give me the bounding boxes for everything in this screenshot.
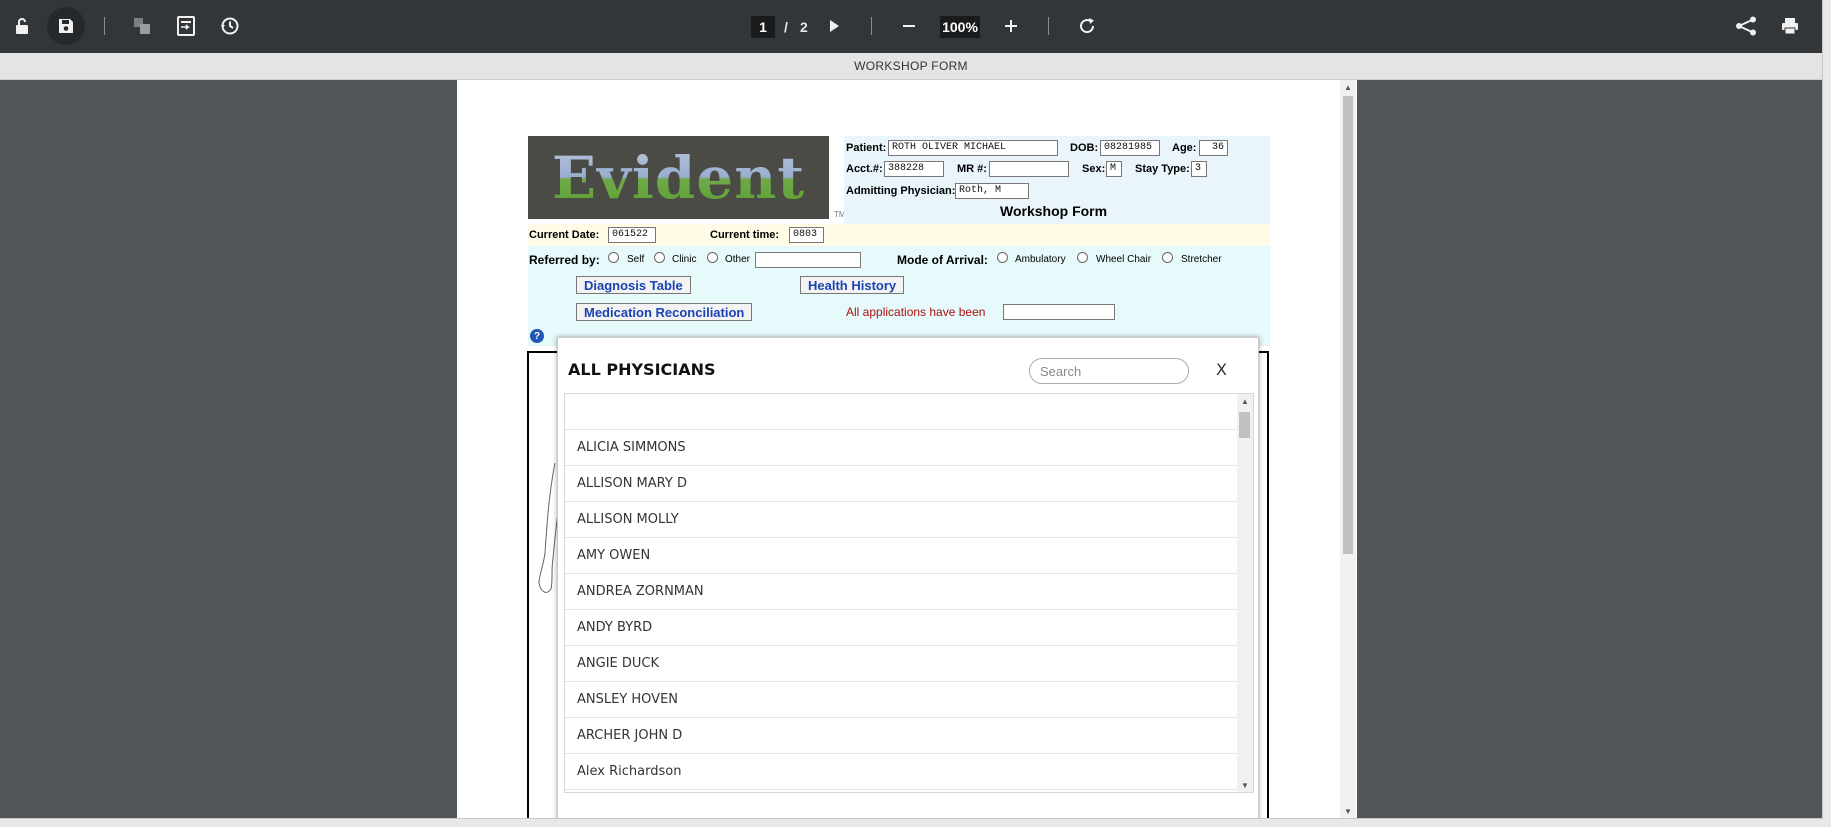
arrival-stretcher-radio[interactable]: [1162, 252, 1173, 263]
referred-other-label: Other: [725, 254, 751, 265]
list-item[interactable]: ALICIA SIMMONS: [565, 430, 1253, 466]
physician-list-scrollbar-thumb[interactable]: [1239, 412, 1250, 438]
mr-label: MR #:: [957, 163, 987, 175]
stay-type-label: Stay Type:: [1135, 163, 1190, 175]
share-icon[interactable]: [1727, 7, 1765, 45]
page-separator: /: [784, 19, 788, 35]
toolbar-divider: [104, 17, 105, 35]
admitting-physician-label: Admitting Physician:: [846, 185, 956, 197]
list-item[interactable]: ARCHER JOHN D: [565, 718, 1253, 754]
save-icon[interactable]: [47, 7, 85, 45]
list-item-blank[interactable]: [565, 394, 1253, 430]
referred-self-label: Self: [627, 254, 645, 265]
arrival-wheelchair-radio[interactable]: [1077, 252, 1088, 263]
referred-clinic-radio[interactable]: [654, 252, 665, 263]
total-pages: 2: [800, 19, 808, 35]
modal-title: ALL PHYSICIANS: [568, 360, 716, 379]
admitting-physician-field[interactable]: Roth, M: [955, 183, 1029, 199]
mode-of-arrival-label: Mode of Arrival:: [897, 253, 988, 267]
history-icon[interactable]: [211, 7, 249, 45]
mr-field[interactable]: [989, 161, 1069, 177]
document-scrollbar-thumb[interactable]: [1343, 96, 1353, 554]
unlock-icon[interactable]: [3, 7, 41, 45]
zoom-out-icon[interactable]: [890, 7, 928, 45]
arrival-ambulatory-radio[interactable]: [997, 252, 1008, 263]
referred-other-radio[interactable]: [707, 252, 718, 263]
arrival-wheelchair-label: Wheel Chair: [1096, 254, 1152, 265]
arrival-ambulatory-label: Ambulatory: [1015, 254, 1066, 265]
dob-label: DOB:: [1070, 142, 1099, 154]
print-icon[interactable]: [1771, 7, 1809, 45]
referred-by-label: Referred by:: [529, 253, 600, 267]
list-item[interactable]: ALLISON MARY D: [565, 466, 1253, 502]
layers-icon[interactable]: [123, 7, 161, 45]
list-item[interactable]: ANDREA ZORNMAN: [565, 574, 1253, 610]
list-item[interactable]: AMY OWEN: [565, 538, 1253, 574]
refresh-icon[interactable]: [1068, 7, 1106, 45]
acct-field[interactable]: 388228: [884, 161, 944, 177]
medication-reconciliation-button[interactable]: Medication Reconciliation: [576, 303, 753, 321]
pdf-viewer: 1 / 2 100% WORKSHOP FORM ▲ ▼ Evident TM …: [0, 0, 1822, 818]
patient-label: Patient:: [846, 142, 887, 154]
current-date-label: Current Date:: [529, 229, 600, 241]
patient-field[interactable]: ROTH OLIVER MICHAEL: [888, 140, 1058, 156]
toolbar-divider: [871, 17, 872, 35]
physician-list: ALICIA SIMMONS ALLISON MARY D ALLISON MO…: [564, 393, 1254, 793]
list-item[interactable]: ANSLEY HOVEN: [565, 682, 1253, 718]
physicians-modal: ALL PHYSICIANS X ALICIA SIMMONS ALLISON …: [557, 337, 1259, 818]
acct-label: Acct.#:: [846, 163, 883, 175]
list-item[interactable]: ALLISON MOLLY: [565, 502, 1253, 538]
toolbar-divider: [1048, 17, 1049, 35]
diagnosis-table-button[interactable]: Diagnosis Table: [576, 276, 691, 294]
physician-search-input[interactable]: [1029, 358, 1189, 384]
document-title: WORKSHOP FORM: [0, 53, 1822, 80]
health-history-button[interactable]: Health History: [800, 276, 905, 294]
applications-field[interactable]: [1003, 304, 1115, 320]
referred-other-field[interactable]: [755, 252, 861, 268]
list-item[interactable]: ANGIE DUCK: [565, 646, 1253, 682]
zoom-level-field[interactable]: 100%: [940, 16, 980, 38]
current-time-label: Current time:: [710, 229, 780, 241]
physician-list-scrollbar[interactable]: ▲ ▼: [1237, 394, 1253, 792]
sex-label: Sex:: [1082, 163, 1106, 175]
help-icon[interactable]: ?: [530, 329, 544, 343]
evident-logo: Evident: [528, 136, 829, 219]
form-icon[interactable]: [167, 7, 205, 45]
sex-field[interactable]: M: [1106, 161, 1122, 177]
next-page-icon[interactable]: [815, 7, 853, 45]
age-label: Age:: [1172, 142, 1197, 154]
stay-type-field[interactable]: 3: [1191, 161, 1207, 177]
close-icon[interactable]: X: [1216, 360, 1227, 379]
referred-clinic-label: Clinic: [672, 254, 697, 265]
age-field[interactable]: 36: [1199, 140, 1228, 156]
form-title: Workshop Form: [1000, 203, 1108, 219]
viewer-toolbar: 1 / 2 100%: [0, 0, 1822, 53]
list-item[interactable]: Alex Richardson: [565, 754, 1253, 790]
referred-self-radio[interactable]: [608, 252, 619, 263]
current-date-field[interactable]: 061522: [608, 227, 656, 243]
arrival-stretcher-label: Stretcher: [1181, 254, 1222, 265]
current-time-field[interactable]: 0803: [789, 227, 824, 243]
zoom-in-icon[interactable]: [992, 7, 1030, 45]
current-page-field[interactable]: 1: [751, 16, 775, 38]
document-scrollbar[interactable]: ▲ ▼: [1340, 80, 1356, 818]
dob-field[interactable]: 08281985: [1100, 140, 1160, 156]
list-item[interactable]: ANDY BYRD: [565, 610, 1253, 646]
applications-text: All applications have been: [846, 305, 986, 319]
